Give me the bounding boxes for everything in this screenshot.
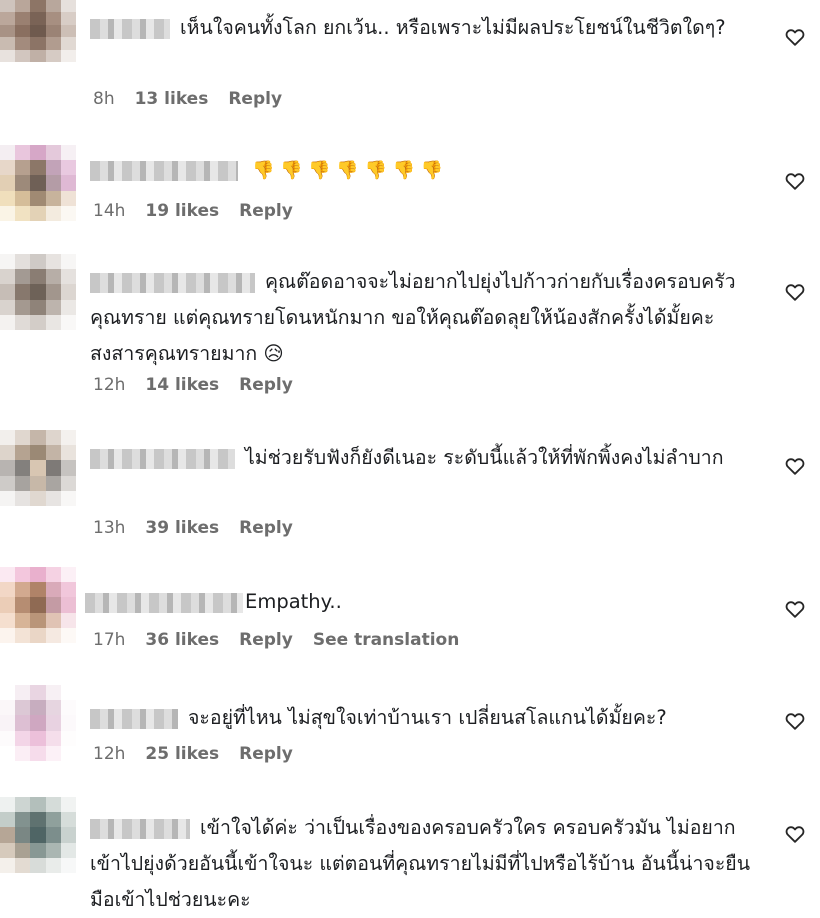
avatar[interactable] (0, 685, 76, 761)
avatar[interactable] (0, 567, 76, 643)
username[interactable] (90, 272, 255, 293)
heart-icon[interactable] (784, 823, 806, 845)
username[interactable] (90, 448, 235, 469)
reply-button[interactable]: Reply (239, 201, 293, 221)
comment-meta: 12h 14 likes Reply (93, 375, 293, 395)
reply-button[interactable]: Reply (239, 375, 293, 395)
timestamp: 17h (93, 630, 126, 650)
comment-text: 👎 👎 👎 👎 👎 👎 👎 (252, 160, 444, 181)
username[interactable] (90, 160, 238, 181)
username[interactable] (85, 592, 243, 613)
comment-meta: 17h 36 likes Reply See translation (93, 630, 459, 650)
like-count[interactable]: 14 likes (145, 375, 219, 395)
comment-body: เห็นใจคนทั้งโลก ยกเว้น.. หรือเพราะไม่มีผ… (90, 10, 760, 46)
comment-meta: 12h 25 likes Reply (93, 744, 293, 764)
like-count[interactable]: 39 likes (145, 518, 219, 538)
comment-meta: 13h 39 likes Reply (93, 518, 293, 538)
heart-icon[interactable] (784, 281, 806, 303)
avatar[interactable] (0, 145, 76, 221)
comment-meta: 8h 13 likes Reply (93, 89, 282, 109)
heart-icon[interactable] (784, 170, 806, 192)
like-count[interactable]: 25 likes (145, 744, 219, 764)
reply-button[interactable]: Reply (239, 630, 293, 650)
avatar[interactable] (0, 254, 76, 330)
username[interactable] (90, 708, 178, 729)
comment-body: คุณต๊อดอาจจะไม่อยากไปยุ่งไปก้าวก่ายกับเร… (90, 264, 760, 372)
heart-icon[interactable] (784, 710, 806, 732)
timestamp: 13h (93, 518, 126, 538)
heart-icon[interactable] (784, 26, 806, 48)
username[interactable] (90, 818, 190, 839)
comment-body: ไม่ช่วยรับฟังก็ยังดีเนอะ ระดับนี้แล้วให้… (90, 440, 760, 476)
reply-button[interactable]: Reply (239, 744, 293, 764)
comment-body: เข้าใจได้ค่ะ ว่าเป็นเรื่องของครอบครัวใคร… (90, 810, 760, 918)
comment-meta: 14h 19 likes Reply (93, 201, 293, 221)
username[interactable] (90, 18, 170, 39)
see-translation-link[interactable]: See translation (313, 630, 459, 650)
reply-button[interactable]: Reply (228, 89, 282, 109)
like-count[interactable]: 36 likes (145, 630, 219, 650)
timestamp: 12h (93, 375, 126, 395)
comment-text: Empathy.. (245, 590, 342, 613)
comment-body: จะอยู่ที่ไหน ไม่สุขใจเท่าบ้านเรา เปลี่ยน… (90, 700, 760, 736)
comment-text: เห็นใจคนทั้งโลก ยกเว้น.. หรือเพราะไม่มีผ… (180, 16, 726, 39)
comment-text: ไม่ช่วยรับฟังก็ยังดีเนอะ ระดับนี้แล้วให้… (245, 446, 724, 469)
comment-body: 👎 👎 👎 👎 👎 👎 👎 (90, 152, 760, 189)
avatar[interactable] (0, 797, 76, 873)
timestamp: 14h (93, 201, 126, 221)
like-count[interactable]: 13 likes (135, 89, 209, 109)
timestamp: 8h (93, 89, 115, 109)
timestamp: 12h (93, 744, 126, 764)
comment-body: Empathy.. (85, 584, 755, 620)
heart-icon[interactable] (784, 455, 806, 477)
avatar[interactable] (0, 0, 76, 62)
avatar[interactable] (0, 430, 76, 506)
comment-text: จะอยู่ที่ไหน ไม่สุขใจเท่าบ้านเรา เปลี่ยน… (188, 706, 667, 729)
heart-icon[interactable] (784, 598, 806, 620)
reply-button[interactable]: Reply (239, 518, 293, 538)
like-count[interactable]: 19 likes (145, 201, 219, 221)
